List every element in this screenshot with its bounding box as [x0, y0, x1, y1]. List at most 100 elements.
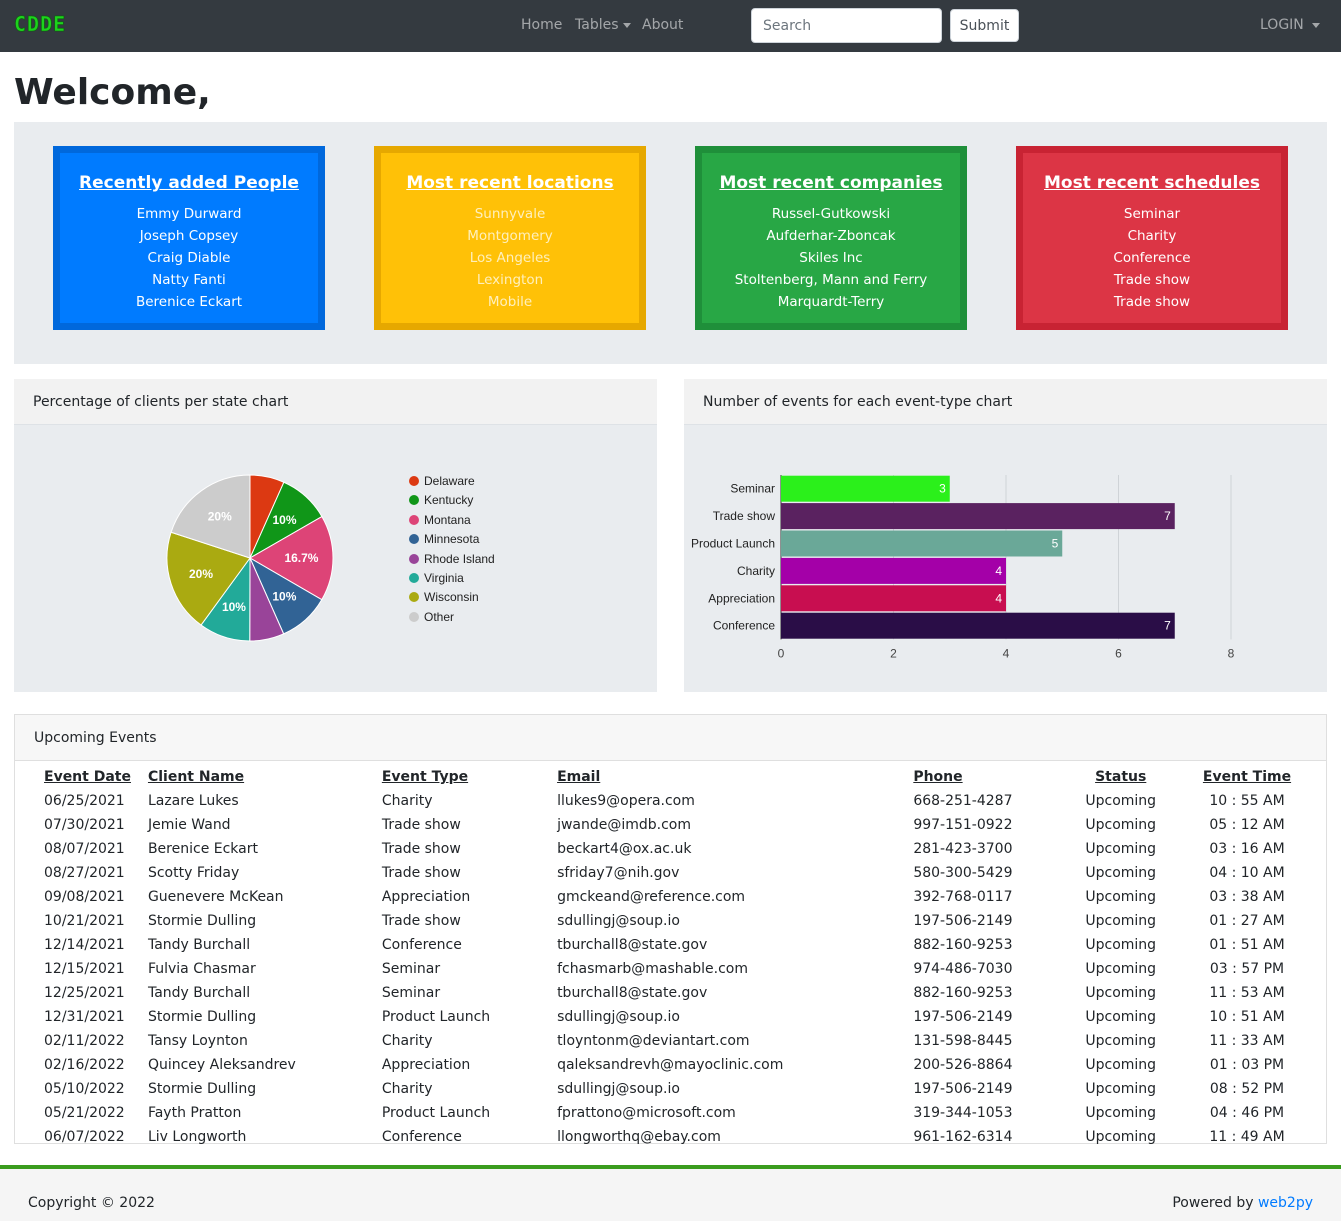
- bar-value-label: 5: [1052, 537, 1059, 551]
- legend-item[interactable]: Montana: [409, 513, 495, 532]
- nav-tables-label: Tables: [575, 17, 619, 33]
- nav-about-link[interactable]: About: [642, 17, 683, 33]
- table-row: 09/08/2021 Guenevere McKean Appreciation gm…: [30, 885, 1326, 909]
- cell-event-date: 02/11/2022: [44, 1033, 125, 1049]
- legend-swatch: [409, 476, 419, 486]
- bar[interactable]: [781, 503, 1175, 530]
- cell-email: tloyntonm@deviantart.com: [557, 1033, 750, 1049]
- cell-event-type: Conference: [381, 1129, 462, 1145]
- card-item: Conference: [1113, 250, 1191, 266]
- bar-panel-title: Number of events for each event-type cha…: [684, 379, 1327, 425]
- card-item: Mobile: [487, 294, 533, 310]
- cell-client-name: Stormie Dulling: [147, 1009, 257, 1025]
- cell-status: Upcoming: [1085, 985, 1157, 1001]
- legend-item[interactable]: Kentucky: [409, 493, 495, 512]
- upcoming-events-card: Upcoming Events Event Date Client Name E…: [14, 714, 1327, 1145]
- bar[interactable]: [781, 475, 950, 502]
- cell-event-type: Seminar: [381, 985, 441, 1001]
- card-item: Berenice Eckart: [135, 294, 243, 310]
- card-item: Craig Diable: [147, 250, 231, 266]
- column-header-email[interactable]: Email: [543, 765, 899, 789]
- column-header-phone[interactable]: Phone: [899, 765, 1073, 789]
- card-item: Sunnyvale: [474, 206, 546, 222]
- brand-logo[interactable]: CDDE: [14, 12, 66, 37]
- cell-status: Upcoming: [1085, 1033, 1157, 1049]
- table-row: 12/14/2021 Tandy Burchall Conference tburch…: [30, 933, 1326, 957]
- cell-event-type: Charity: [381, 1033, 433, 1049]
- card-title[interactable]: Most recent schedules: [1023, 173, 1281, 193]
- bar-value-label: 4: [995, 591, 1002, 605]
- card-item: Skiles Inc: [799, 250, 863, 266]
- card-title[interactable]: Recently added People: [60, 173, 318, 193]
- cell-event-date: 12/14/2021: [44, 937, 125, 953]
- cell-phone: 668-251-4287: [913, 793, 1013, 809]
- bar[interactable]: [781, 557, 1006, 584]
- table-row: 12/15/2021 Fulvia Chasmar Seminar fchasmarb…: [30, 957, 1326, 981]
- cell-status: Upcoming: [1085, 1081, 1157, 1097]
- cell-event-date: 12/31/2021: [44, 1009, 125, 1025]
- card-item: Montgomery: [467, 228, 553, 244]
- bar[interactable]: [781, 530, 1063, 557]
- column-header-client-name[interactable]: Client Name: [134, 765, 368, 789]
- column-header-event-date[interactable]: Event Date: [30, 765, 134, 789]
- cell-client-name: Tansy Loynton: [147, 1033, 248, 1049]
- search-input[interactable]: [751, 8, 942, 43]
- card-title[interactable]: Most recent companies: [702, 173, 960, 193]
- bar[interactable]: [781, 612, 1175, 639]
- web2py-link[interactable]: web2py: [1258, 1195, 1313, 1211]
- column-header-event-type[interactable]: Event Type: [368, 765, 543, 789]
- column-header-event-time[interactable]: Event Time: [1168, 765, 1326, 789]
- card-item: Emmy Durward: [136, 206, 242, 222]
- legend-item[interactable]: Wisconsin: [409, 590, 495, 609]
- cell-status: Upcoming: [1085, 889, 1157, 905]
- x-tick-label: 2: [890, 646, 897, 660]
- table-row: 06/07/2022 Liv Longworth Conference llongwo…: [30, 1125, 1326, 1149]
- card-title[interactable]: Most recent locations: [381, 173, 639, 193]
- pie-slice-label: 16.7%: [284, 551, 318, 565]
- bar-value-label: 3: [939, 482, 946, 496]
- cell-status: Upcoming: [1085, 1009, 1157, 1025]
- footer: Copyright © 2022 Powered by web2py: [0, 1165, 1341, 1221]
- table-row: 02/11/2022 Tansy Loynton Charity tloyntonm@…: [30, 1029, 1326, 1053]
- cell-client-name: Scotty Friday: [147, 865, 240, 881]
- cell-email: sdullingj@soup.io: [557, 913, 680, 929]
- cell-event-date: 05/10/2022: [44, 1081, 125, 1097]
- legend-label: Virginia: [424, 570, 464, 585]
- bar[interactable]: [781, 585, 1006, 612]
- legend-label: Other: [424, 609, 455, 624]
- cell-status: Upcoming: [1085, 793, 1157, 809]
- cell-client-name: Fayth Pratton: [147, 1105, 242, 1121]
- login-dropdown[interactable]: LOGIN: [1260, 17, 1320, 33]
- bar-value-label: 7: [1164, 619, 1171, 633]
- legend-swatch: [409, 495, 419, 506]
- nav-tables-dropdown[interactable]: Tables: [575, 17, 631, 33]
- pie-chart-panel: Percentage of clients per state chart 10…: [14, 379, 657, 692]
- legend-label: Wisconsin: [424, 590, 479, 605]
- cell-event-time: 11 : 33 AM: [1209, 1033, 1285, 1049]
- cell-phone: 997-151-0922: [913, 817, 1013, 833]
- chevron-down-icon: [1311, 22, 1320, 28]
- chevron-down-icon: [622, 22, 631, 28]
- cell-client-name: Liv Longworth: [147, 1129, 247, 1145]
- legend-item[interactable]: Virginia: [409, 571, 495, 590]
- nav-home-link[interactable]: Home: [521, 17, 562, 33]
- card-item: Joseph Copsey: [139, 228, 239, 244]
- submit-button[interactable]: Submit: [950, 9, 1019, 42]
- cell-event-date: 02/16/2022: [44, 1057, 125, 1073]
- cell-event-type: Charity: [381, 793, 433, 809]
- column-header-status[interactable]: Status: [1073, 765, 1168, 789]
- legend-item[interactable]: Minnesota: [409, 532, 495, 551]
- recent-locations-card: Most recent locations Sunnyvale Montgome…: [374, 146, 646, 330]
- legend-item[interactable]: Delaware: [409, 474, 495, 493]
- legend-item[interactable]: Rhode Island: [409, 552, 495, 571]
- cell-event-time: 01 : 51 AM: [1209, 937, 1285, 953]
- cell-event-time: 01 : 27 AM: [1209, 913, 1285, 929]
- legend-swatch: [409, 534, 419, 545]
- y-category-label: Product Launch: [691, 537, 775, 551]
- page-title: Welcome,: [14, 72, 211, 113]
- cell-phone: 197-506-2149: [913, 1081, 1013, 1097]
- cell-event-type: Appreciation: [381, 889, 471, 905]
- cell-event-time: 03 : 38 AM: [1209, 889, 1285, 905]
- cell-status: Upcoming: [1085, 1105, 1157, 1121]
- legend-item[interactable]: Other: [409, 610, 495, 629]
